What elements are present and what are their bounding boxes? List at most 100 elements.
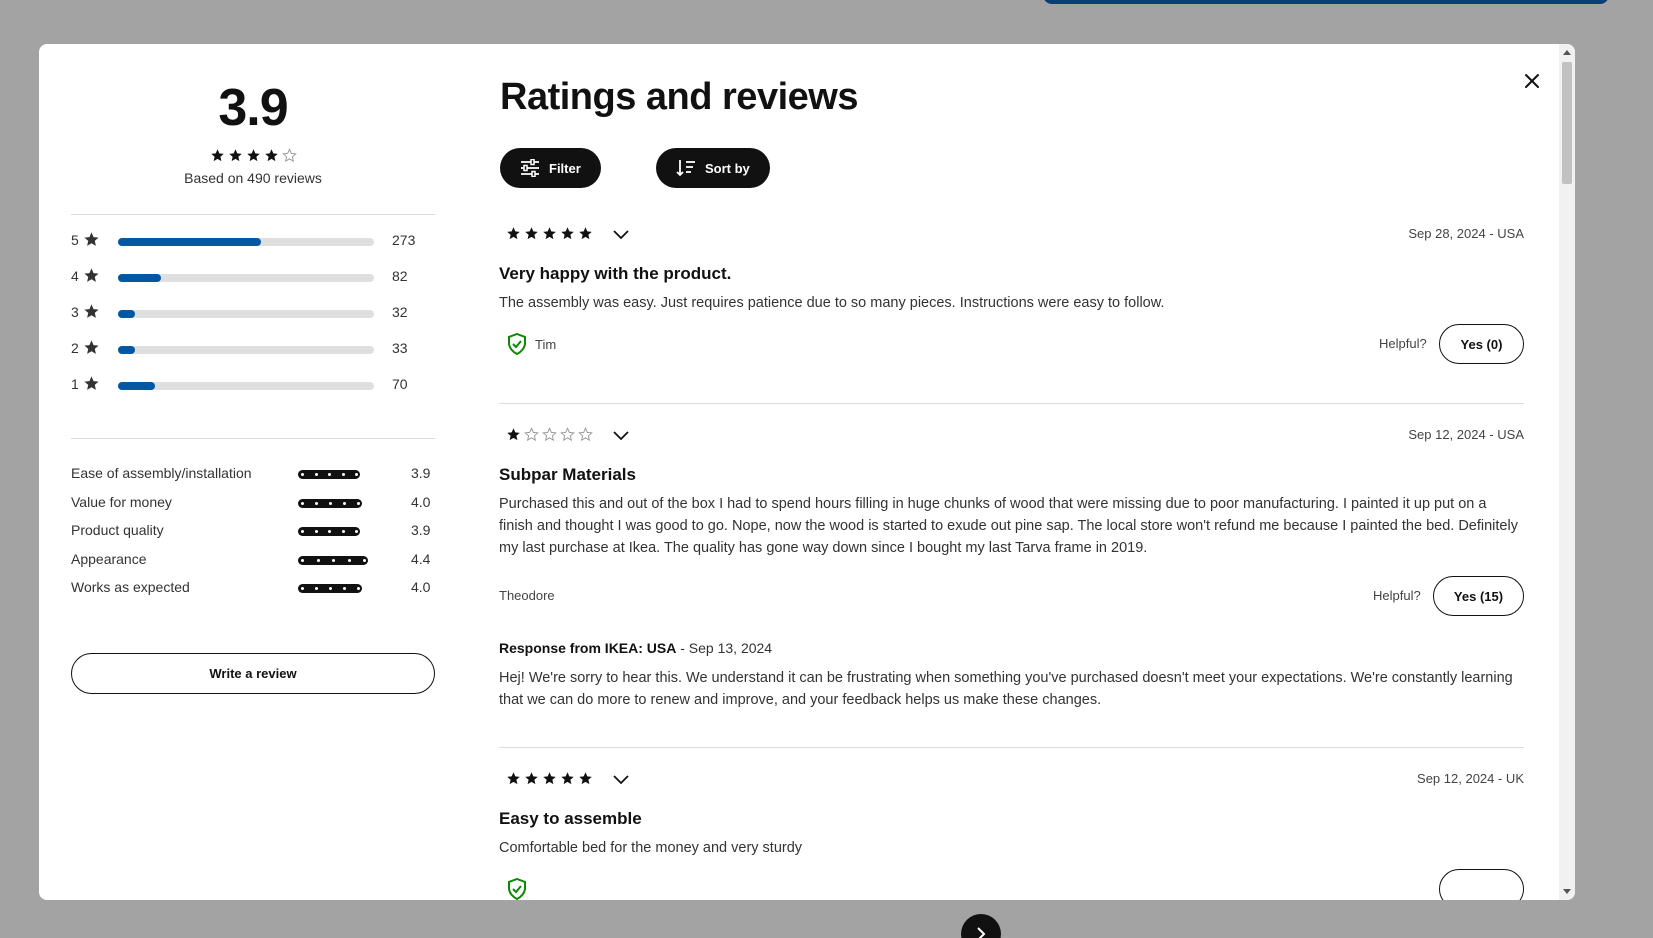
review-count: Based on 490 reviews [184,170,322,186]
attribute-scale-dot [357,501,360,505]
verified-shield-icon [508,878,526,900]
star-level: 1 [71,376,79,392]
attribute-scale-dot [343,587,346,590]
filter-icon [521,159,539,177]
attribute-scale-dot [301,530,304,533]
filter-button[interactable]: Filter [500,148,601,188]
chevron-down-icon[interactable] [611,224,631,244]
distribution-bar-fill [118,382,155,390]
background-page-button [1043,0,1609,4]
response-from: Response from IKEA: USA [499,640,677,656]
attribute-scale-dot [329,587,332,590]
star-filled-icon [579,227,592,240]
attribute-value: 3.9 [411,465,431,481]
sort-button[interactable]: Sort by [656,148,770,188]
review-divider [499,403,1524,404]
response-date: - Sep 13, 2024 [676,640,773,656]
review-author: Theodore [499,588,555,603]
verified-shield-icon [508,333,526,355]
distribution-bar [118,274,374,282]
review-author-name: Tim [535,336,557,352]
attribute-value: 4.0 [411,493,431,510]
review-text: Purchased this and out of the box I had … [499,496,1518,556]
scroll-down-arrow[interactable] [1563,889,1571,894]
helpful-yes-button[interactable] [1439,869,1524,900]
review-stars [506,771,593,786]
attribute-scale-dot [328,530,331,533]
star-empty-icon [524,427,539,442]
distribution-bar-fill [118,310,135,318]
background-next-button [961,914,1001,938]
distribution-bar [118,238,374,246]
page-title: Ratings and reviews [500,76,858,118]
star-filled-icon [579,772,592,785]
star-filled-icon [246,149,260,162]
attribute-rating-row: Ease of assembly/installation 3.9 [71,463,435,483]
modal-scrollbar[interactable] [1559,44,1575,900]
average-rating: 3.9 [218,79,288,137]
rating-distribution-row[interactable]: 5 273 [71,230,435,250]
ikea-response-heading: Response from IKEA: USA - Sep 13, 2024 [499,640,772,656]
attribute-scale-dot [317,558,320,562]
attribute-scale-dot [301,473,304,476]
attribute-rating-row: Value for money 4.0 [71,492,435,512]
distribution-bar-fill [118,238,261,246]
star-level: 3 [71,304,79,320]
attribute-rating-row: Product quality 3.9 [71,520,435,540]
summary-divider [71,438,435,439]
attribute-scale-dot [363,558,366,562]
star-filled-icon [561,227,574,240]
attribute-scale-dot [348,558,351,562]
summary-divider [71,214,435,215]
chevron-down-icon[interactable] [611,769,631,789]
star-filled-icon [543,772,556,785]
rating-distribution-row[interactable]: 3 32 [71,302,435,322]
attribute-scale-dot [301,558,304,562]
rating-distribution-row[interactable]: 4 82 [71,266,435,286]
rating-distribution-row[interactable]: 2 33 [71,338,435,358]
review-date: Sep 28, 2024 - USA [1408,226,1524,241]
close-button[interactable] [1517,66,1547,96]
scroll-thumb[interactable] [1562,62,1572,184]
review-item: Sep 12, 2024 - USA Subpar Materials Purc… [499,421,1524,761]
distribution-bar-fill [118,346,135,354]
attribute-value: 3.9 [411,522,431,538]
review-title: Easy to assemble [499,809,642,828]
star-count: 82 [392,268,408,284]
attribute-label: Appearance [71,550,147,567]
attribute-scale-dot [342,473,345,476]
chevron-down-icon[interactable] [611,425,631,445]
review-text: Comfortable bed for the money and very s… [499,840,803,856]
star-icon [84,340,99,354]
star-count: 70 [392,376,408,392]
star-count: 33 [392,340,408,356]
star-empty-icon [578,427,593,442]
write-review-button[interactable]: Write a review [71,653,435,694]
sort-label: Sort by [705,160,750,176]
attribute-scale-dot [355,530,358,533]
attribute-rating-row: Appearance 4.4 [71,549,435,569]
scroll-up-arrow[interactable] [1563,50,1571,55]
star-empty-icon [560,427,575,442]
attribute-scale-dot [315,530,318,533]
helpful-yes-button[interactable]: Yes (15) [1433,576,1524,616]
star-filled-icon [507,428,520,441]
star-filled-icon [525,772,538,785]
star-count: 273 [392,232,416,248]
star-level: 4 [71,268,79,284]
distribution-bar-fill [118,274,161,282]
star-filled-icon [228,149,242,162]
filter-label: Filter [549,160,581,176]
star-filled-icon [525,227,538,240]
attribute-scale-dot [315,587,318,590]
chevron-right-icon [977,927,986,938]
sort-icon [676,160,695,177]
rating-distribution-row[interactable]: 1 70 [71,374,435,394]
attribute-label: Works as expected [71,579,190,595]
review-text: The assembly was easy. Just requires pat… [499,295,1165,311]
attribute-scale-dot [357,587,360,590]
ikea-response-text: Hej! We're sorry to hear this. We unders… [499,670,1513,708]
attribute-scale-dot [355,473,358,476]
helpful-yes-button[interactable]: Yes (0) [1439,324,1524,364]
attribute-bar [298,527,360,536]
